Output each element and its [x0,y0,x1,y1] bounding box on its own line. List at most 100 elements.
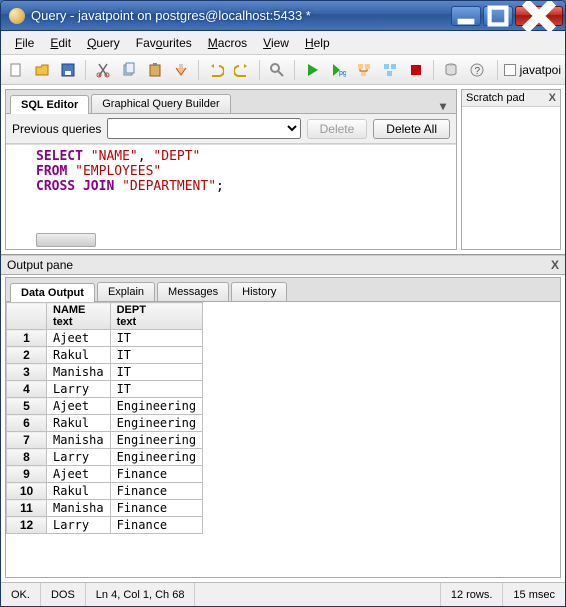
save-icon[interactable] [57,59,79,81]
previous-queries-select[interactable] [107,118,300,139]
copy-icon[interactable] [118,59,140,81]
status-rowcount: 12 rows. [441,583,504,606]
close-button[interactable] [515,6,563,26]
table-row[interactable]: 12LarryFinance [7,517,203,534]
delete-button[interactable]: Delete [307,119,368,139]
cut-icon[interactable] [92,59,114,81]
cell-name: Manisha [47,364,111,381]
app-icon [9,8,25,24]
menu-query[interactable]: Query [79,34,128,52]
toolbar: pg ? javatpoi [1,55,565,85]
explain-icon[interactable] [353,59,375,81]
cell-dept: Engineering [110,415,202,432]
execute-icon[interactable] [301,59,323,81]
cell-dept: Engineering [110,432,202,449]
menu-file[interactable]: File [7,34,42,52]
table-row[interactable]: 7ManishaEngineering [7,432,203,449]
tab-messages[interactable]: Messages [157,282,229,301]
table-row[interactable]: 8LarryEngineering [7,449,203,466]
menu-edit[interactable]: Edit [42,34,79,52]
cell-dept: IT [110,330,202,347]
previous-queries-label: Previous queries [12,122,101,136]
tab-sql-editor[interactable]: SQL Editor [10,95,89,114]
cell-name: Larry [47,381,111,398]
table-row[interactable]: 10RakulFinance [7,483,203,500]
row-number: 4 [7,381,47,398]
sql-editor-textarea[interactable]: SELECT "NAME", "DEPT" FROM "EMPLOYEES" C… [6,144,456,249]
cell-dept: Engineering [110,449,202,466]
cell-name: Larry [47,517,111,534]
table-row[interactable]: 2RakulIT [7,347,203,364]
cell-dept: IT [110,347,202,364]
delete-all-button[interactable]: Delete All [373,119,450,139]
output-close-icon[interactable]: X [551,258,559,272]
undo-icon[interactable] [205,59,227,81]
cell-dept: Finance [110,466,202,483]
cell-name: Manisha [47,432,111,449]
row-number: 1 [7,330,47,347]
cell-name: Rakul [47,415,111,432]
status-time: 15 msec [503,583,565,606]
output-pane-title: Output pane [7,258,73,272]
horizontal-scrollbar[interactable] [36,233,96,247]
connection-checkbox[interactable] [504,64,516,76]
row-number: 3 [7,364,47,381]
connection-icon[interactable] [440,59,462,81]
row-number: 7 [7,432,47,449]
menu-view[interactable]: View [255,34,297,52]
editor-collapse-icon[interactable]: ▾ [434,99,452,113]
find-icon[interactable] [266,59,288,81]
menu-macros[interactable]: Macros [200,34,255,52]
cell-dept: IT [110,381,202,398]
table-row[interactable]: 3ManishaIT [7,364,203,381]
tab-explain[interactable]: Explain [97,282,155,301]
table-row[interactable]: 4LarryIT [7,381,203,398]
row-number: 2 [7,347,47,364]
execute-pgscript-icon[interactable]: pg [327,59,349,81]
new-icon[interactable] [5,59,27,81]
status-cursor-pos: Ln 4, Col 1, Ch 68 [86,583,196,606]
cell-dept: Finance [110,500,202,517]
status-encoding: DOS [41,583,86,606]
menu-favourites[interactable]: Favourites [128,34,200,52]
table-row[interactable]: 9AjeetFinance [7,466,203,483]
row-number: 5 [7,398,47,415]
row-number: 8 [7,449,47,466]
maximize-button[interactable] [483,6,513,26]
menu-help[interactable]: Help [297,34,338,52]
tab-history[interactable]: History [231,282,287,301]
table-row[interactable]: 5AjeetEngineering [7,398,203,415]
minimize-button[interactable] [451,6,481,26]
svg-text:?: ? [475,66,481,77]
cell-name: Rakul [47,483,111,500]
table-row[interactable]: 1AjeetIT [7,330,203,347]
cell-name: Ajeet [47,466,111,483]
cell-dept: IT [110,364,202,381]
status-ok: OK. [1,583,41,606]
scratch-close-icon[interactable]: X [549,92,556,104]
open-icon[interactable] [31,59,53,81]
col-name-type: text [53,316,73,328]
cell-name: Rakul [47,347,111,364]
tab-graphical-builder[interactable]: Graphical Query Builder [91,94,230,113]
cell-name: Manisha [47,500,111,517]
paste-icon[interactable] [144,59,166,81]
cell-name: Larry [47,449,111,466]
cell-dept: Engineering [110,398,202,415]
explain-analyze-icon[interactable] [379,59,401,81]
table-row[interactable]: 11ManishaFinance [7,500,203,517]
statusbar: OK. DOS Ln 4, Col 1, Ch 68 12 rows. 15 m… [1,582,565,606]
scratch-area[interactable] [462,107,560,249]
redo-icon[interactable] [231,59,253,81]
result-grid[interactable]: NAMEtext DEPTtext 1AjeetIT2RakulIT3Manis… [6,302,560,577]
menubar: File Edit Query Favourites Macros View H… [1,31,565,55]
table-row[interactable]: 6RakulEngineering [7,415,203,432]
cancel-icon[interactable] [405,59,427,81]
clear-icon[interactable] [170,59,192,81]
row-number: 10 [7,483,47,500]
scratch-pad: Scratch pad X [461,89,561,250]
titlebar[interactable]: Query - javatpoint on postgres@localhost… [1,1,565,31]
col-name-header: NAME [53,304,85,316]
tab-data-output[interactable]: Data Output [10,283,95,302]
help-icon[interactable]: ? [466,59,488,81]
